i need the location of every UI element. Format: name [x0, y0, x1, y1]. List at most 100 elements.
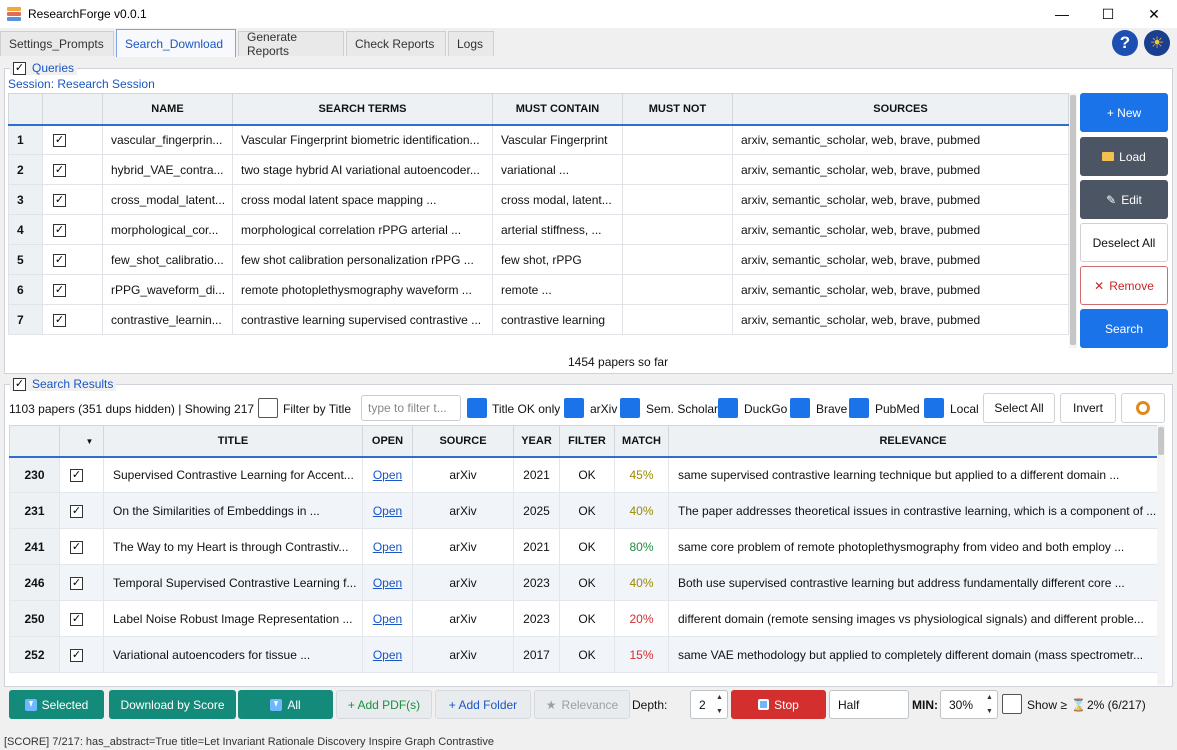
paper-title: Temporal Supervised Contrastive Learning… [103, 564, 363, 601]
header-must-contain[interactable]: MUST CONTAIN [492, 93, 623, 126]
open-link[interactable]: Open [373, 576, 402, 590]
result-row[interactable]: 246 ✓ Temporal Supervised Contrastive Le… [9, 564, 1158, 601]
row-checkbox[interactable]: ✓ [53, 314, 66, 327]
row-checkbox[interactable]: ✓ [70, 469, 83, 483]
row-checkbox[interactable]: ✓ [53, 254, 66, 267]
header-open[interactable]: OPEN [362, 425, 413, 458]
relevance-button[interactable]: ★ Relevance [534, 690, 630, 719]
row-checkbox[interactable]: ✓ [53, 134, 66, 148]
query-row[interactable]: 6 ✓ rPPG_waveform_di... remote photoplet… [8, 274, 1069, 305]
sem-scholar-checkbox[interactable] [620, 398, 640, 418]
row-checkbox[interactable]: ✓ [53, 284, 66, 297]
header-checkbox[interactable] [42, 93, 103, 126]
open-link[interactable]: Open [373, 504, 402, 518]
load-button[interactable]: Load [1080, 137, 1168, 176]
minimize-button[interactable]: — [1039, 0, 1085, 28]
query-row[interactable]: 2 ✓ hybrid_VAE_contra... two stage hybri… [8, 154, 1069, 185]
header-source[interactable]: SOURCE [412, 425, 514, 458]
query-row[interactable]: 3 ✓ cross_modal_latent... cross modal la… [8, 184, 1069, 215]
show-threshold-checkbox[interactable] [1002, 694, 1022, 714]
header-title[interactable]: TITLE [103, 425, 363, 458]
edit-button[interactable]: ✎ Edit [1080, 180, 1168, 219]
title-bar: ResearchForge v0.0.1 — ☐ ✕ [0, 0, 1177, 28]
query-terms: contrastive learning supervised contrast… [232, 304, 493, 335]
header-checkbox-sort[interactable]: ▼ [59, 425, 104, 458]
tab-check-reports[interactable]: Check Reports [346, 31, 446, 56]
query-row[interactable]: 4 ✓ morphological_cor... morphological c… [8, 214, 1069, 245]
tab-logs[interactable]: Logs [448, 31, 494, 56]
results-scrollbar-thumb[interactable] [1158, 427, 1164, 455]
open-link[interactable]: Open [373, 612, 402, 626]
search-button[interactable]: Search [1080, 309, 1168, 348]
spin-arrows-icon[interactable]: ▲ ▼ [986, 694, 994, 715]
paper-match: 45% [614, 456, 669, 493]
add-folder-button[interactable]: + Add Folder [435, 690, 531, 719]
row-checkbox[interactable]: ✓ [53, 164, 66, 177]
row-checkbox[interactable]: ✓ [70, 577, 83, 590]
tab-settings-prompts[interactable]: Settings_Prompts [0, 31, 114, 56]
open-link[interactable]: Open [373, 468, 402, 482]
select-all-button[interactable]: Select All [983, 393, 1055, 423]
header-relevance[interactable]: RELEVANCE [668, 425, 1158, 458]
download-all-button[interactable]: All [238, 690, 333, 719]
queries-scrollbar[interactable] [1069, 93, 1077, 348]
title-ok-checkbox[interactable] [467, 398, 487, 418]
row-checkbox[interactable]: ✓ [70, 649, 83, 662]
download-selected-button[interactable]: Selected [9, 690, 104, 719]
mode-select[interactable]: Half [829, 690, 909, 719]
header-name[interactable]: NAME [102, 93, 233, 126]
header-sources[interactable]: SOURCES [732, 93, 1069, 126]
new-query-button[interactable]: + New [1080, 93, 1168, 132]
duckgo-checkbox[interactable] [718, 398, 738, 418]
query-row[interactable]: 5 ✓ few_shot_calibratio... few shot cali… [8, 244, 1069, 275]
header-filter[interactable]: FILTER [559, 425, 615, 458]
result-row[interactable]: 230 ✓ Supervised Contrastive Learning fo… [9, 456, 1158, 493]
pubmed-checkbox[interactable] [849, 398, 869, 418]
result-row[interactable]: 250 ✓ Label Noise Robust Image Represent… [9, 600, 1158, 637]
invert-button[interactable]: Invert [1060, 393, 1116, 423]
query-row[interactable]: 1 ✓ vascular_fingerprin... Vascular Fing… [8, 124, 1069, 155]
result-row[interactable]: 231 ✓ On the Similarities of Embeddings … [9, 492, 1158, 529]
header-match[interactable]: MATCH [614, 425, 669, 458]
arxiv-checkbox[interactable] [564, 398, 584, 418]
row-checkbox[interactable]: ✓ [70, 505, 83, 518]
query-row[interactable]: 7 ✓ contrastive_learnin... contrastive l… [8, 304, 1069, 335]
brave-checkbox[interactable] [790, 398, 810, 418]
depth-spinbox[interactable]: 2 ▲ ▼ [690, 690, 728, 719]
theme-toggle-icon[interactable]: ☀ [1144, 30, 1170, 56]
remove-button[interactable]: ✕ Remove [1080, 266, 1168, 305]
row-checkbox[interactable]: ✓ [70, 541, 83, 554]
queries-scrollbar-thumb[interactable] [1070, 95, 1076, 345]
paper-year: 2021 [513, 528, 560, 565]
row-checkbox[interactable]: ✓ [70, 613, 83, 626]
stop-button[interactable]: Stop [731, 690, 826, 719]
title-filter-input[interactable]: type to filter t... [361, 395, 461, 421]
results-scrollbar[interactable] [1157, 425, 1165, 685]
header-must-not[interactable]: MUST NOT [622, 93, 733, 126]
deselect-all-button[interactable]: Deselect All [1080, 223, 1168, 262]
header-search-terms[interactable]: SEARCH TERMS [232, 93, 493, 126]
min-spinbox[interactable]: 30% ▲ ▼ [940, 690, 998, 719]
result-row[interactable]: 241 ✓ The Way to my Heart is through Con… [9, 528, 1158, 565]
close-button[interactable]: ✕ [1131, 0, 1177, 28]
download-by-score-button[interactable]: Download by Score [109, 690, 236, 719]
paper-relevance: same VAE methodology but applied to comp… [668, 636, 1158, 673]
local-checkbox[interactable] [924, 398, 944, 418]
open-link[interactable]: Open [373, 648, 402, 662]
spin-arrows-icon[interactable]: ▲ ▼ [716, 694, 724, 715]
row-checkbox[interactable]: ✓ [53, 194, 66, 207]
row-checkbox[interactable]: ✓ [53, 224, 66, 237]
header-year[interactable]: YEAR [513, 425, 560, 458]
refresh-button[interactable] [1121, 393, 1165, 423]
query-must-not [622, 244, 733, 275]
results-toggle-checkbox[interactable]: ✓ [13, 377, 26, 391]
tab-generate-reports[interactable]: Generate Reports [238, 30, 344, 58]
filter-by-title-checkbox[interactable] [258, 398, 278, 418]
help-icon[interactable]: ? [1112, 30, 1138, 56]
result-row[interactable]: 252 ✓ Variational autoencoders for tissu… [9, 636, 1158, 673]
queries-toggle-checkbox[interactable]: ✓ [13, 61, 26, 75]
open-link[interactable]: Open [373, 540, 402, 554]
tab-search-download[interactable]: Search_Download [116, 29, 236, 57]
maximize-button[interactable]: ☐ [1085, 0, 1131, 28]
add-pdfs-button[interactable]: + Add PDF(s) [336, 690, 432, 719]
